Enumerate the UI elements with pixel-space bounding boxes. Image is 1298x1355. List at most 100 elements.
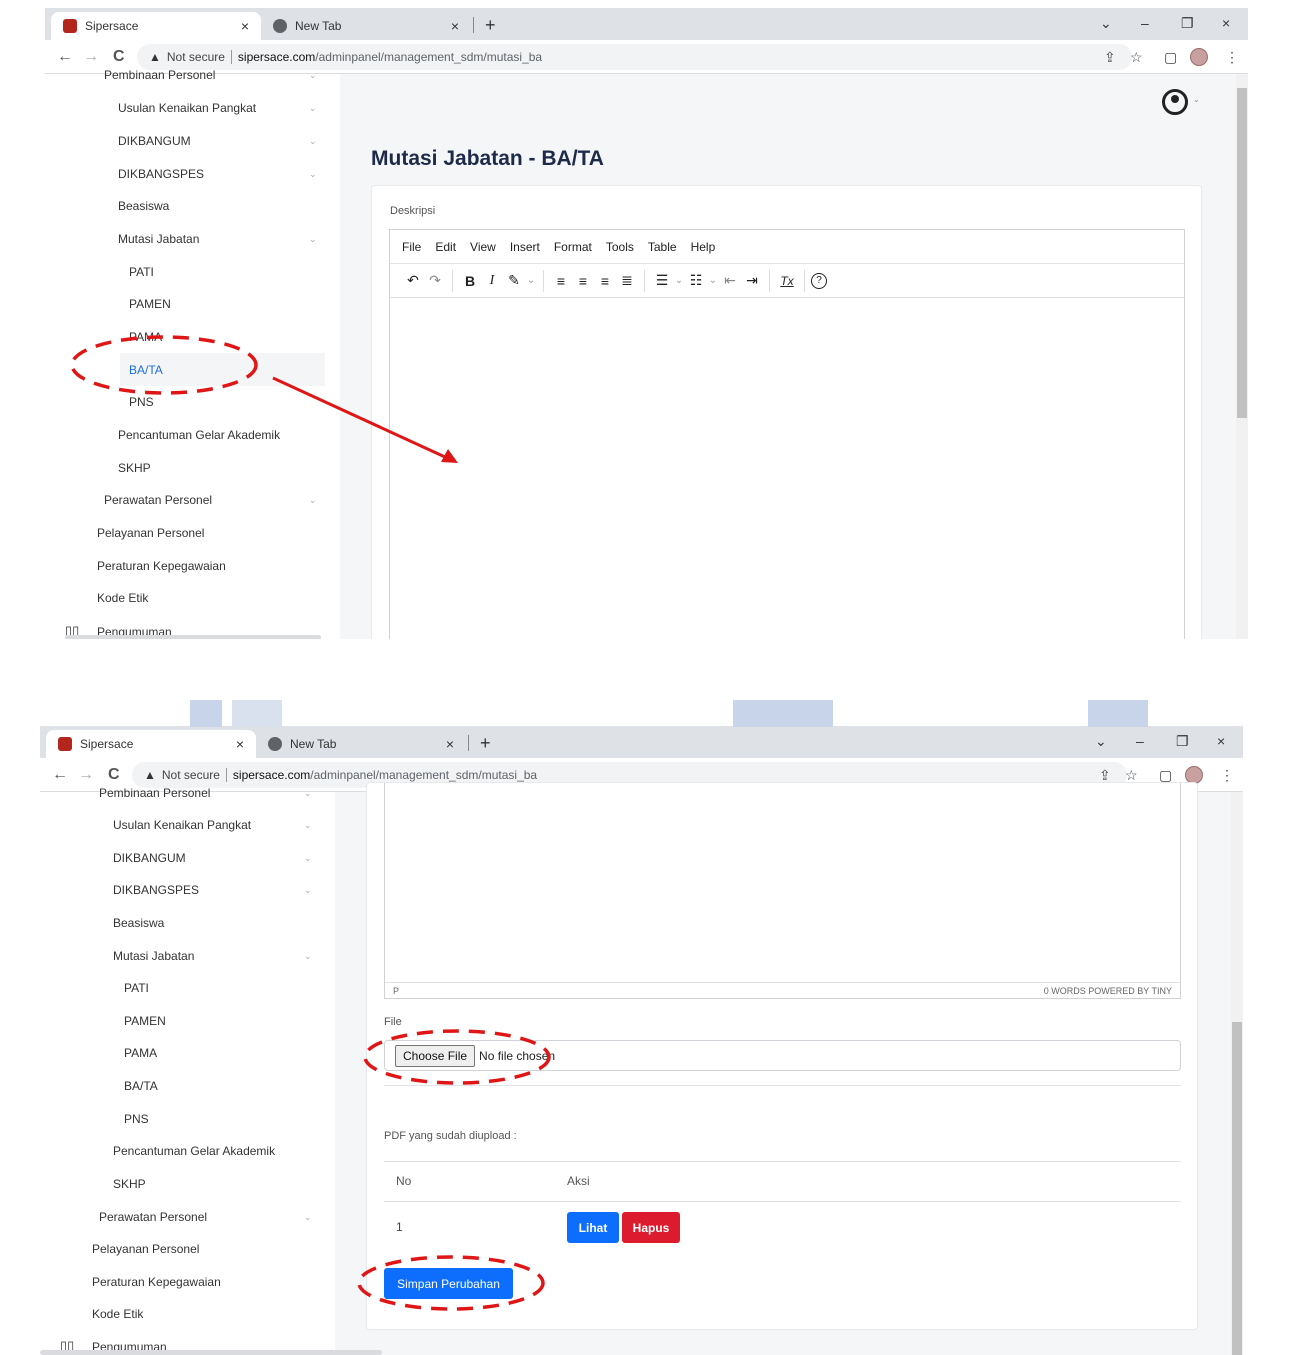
side-panel-icon[interactable]: ▢ <box>1164 49 1177 66</box>
sidebar-item-perawatan-personel[interactable]: Perawatan Personel <box>104 493 212 507</box>
sidebar-item-perawatan-personel[interactable]: Perawatan Personel <box>99 1210 207 1224</box>
sidebar-item-pembinaan-personel[interactable]: Pembinaan Personel <box>99 786 210 800</box>
page-vertical-scrollbar[interactable] <box>1231 792 1243 1355</box>
menu-edit[interactable]: Edit <box>435 240 456 254</box>
menu-format[interactable]: Format <box>554 240 592 254</box>
view-button[interactable]: Lihat <box>567 1212 619 1243</box>
bookmark-star-icon[interactable]: ☆ <box>1130 49 1143 66</box>
tab-search-icon[interactable]: ⌄ <box>1095 733 1107 750</box>
sidebar-item-pencantuman-gelar-akademik[interactable]: Pencantuman Gelar Akademik <box>113 1144 275 1158</box>
menu-help[interactable]: Help <box>691 240 716 254</box>
tab-close-icon[interactable]: × <box>446 736 454 752</box>
sidebar-item-pati[interactable]: PATI <box>124 981 149 995</box>
address-bar[interactable]: ▲ Not secure sipersace.com /adminpanel/m… <box>137 44 1132 70</box>
close-window-button[interactable]: × <box>1222 15 1230 31</box>
sidebar-horizontal-scrollbar[interactable] <box>65 635 321 639</box>
back-button[interactable]: ← <box>57 48 73 66</box>
sidebar-item-pencantuman-gelar-akademik[interactable]: Pencantuman Gelar Akademik <box>118 428 280 442</box>
sidebar-item-pama[interactable]: PAMA <box>124 1046 157 1060</box>
profile-avatar[interactable] <box>1190 48 1208 66</box>
menu-view[interactable]: View <box>470 240 496 254</box>
sidebar-item-pelayanan-personel[interactable]: Pelayanan Personel <box>97 526 204 540</box>
restore-button[interactable]: ❐ <box>1176 733 1189 750</box>
undo-icon[interactable]: ↶ <box>402 272 424 289</box>
sidebar-item-kode-etik[interactable]: Kode Etik <box>97 591 148 605</box>
sidebar-item-pamen[interactable]: PAMEN <box>129 297 171 311</box>
tab-sipersace[interactable]: Sipersace × <box>51 12 261 40</box>
sidebar-item-pns[interactable]: PNS <box>129 395 154 409</box>
rich-text-editor[interactable]: P 0 WORDS POWERED BY TINY <box>384 783 1181 999</box>
forward-button[interactable]: → <box>83 48 99 66</box>
highlight-color-icon[interactable]: ✎ <box>503 272 525 289</box>
forward-button[interactable]: → <box>78 766 94 784</box>
sidebar-item-pati[interactable]: PATI <box>129 265 154 279</box>
choose-file-button[interactable]: Choose File <box>395 1044 476 1067</box>
tab-close-icon[interactable]: × <box>451 18 459 34</box>
align-left-icon[interactable]: ≡ <box>550 273 572 289</box>
menu-table[interactable]: Table <box>648 240 677 254</box>
delete-button[interactable]: Hapus <box>622 1212 680 1243</box>
scrollbar-thumb[interactable] <box>1237 88 1247 418</box>
sidebar-item-dikbangum[interactable]: DIKBANGUM <box>118 134 191 148</box>
close-window-button[interactable]: × <box>1217 733 1225 749</box>
outdent-icon[interactable]: ⇤ <box>719 272 741 289</box>
tab-search-icon[interactable]: ⌄ <box>1100 15 1112 32</box>
tab-close-icon[interactable]: × <box>241 18 249 34</box>
italic-icon[interactable]: I <box>481 273 503 289</box>
share-icon[interactable]: ⇪ <box>1104 49 1116 66</box>
reload-button[interactable]: C <box>108 766 120 784</box>
minimize-button[interactable]: – <box>1136 733 1144 749</box>
redo-icon[interactable]: ↷ <box>424 272 446 289</box>
sidebar-item-mutasi-jabatan[interactable]: Mutasi Jabatan <box>113 949 194 963</box>
tab-sipersace[interactable]: Sipersace × <box>46 730 256 758</box>
chrome-menu-icon[interactable]: ⋮ <box>1225 49 1239 66</box>
sidebar-item-dikbangspes[interactable]: DIKBANGSPES <box>118 167 204 181</box>
tab-new-tab[interactable]: New Tab × <box>261 12 471 40</box>
sidebar-item-dikbangspes[interactable]: DIKBANGSPES <box>113 883 199 897</box>
menu-tools[interactable]: Tools <box>606 240 634 254</box>
sidebar-item-ba-ta[interactable]: BA/TA <box>129 363 163 377</box>
clear-formatting-icon[interactable]: Tx <box>776 274 798 288</box>
chevron-down-icon[interactable]: ⌄ <box>525 275 537 286</box>
new-tab-button[interactable]: + <box>485 15 496 36</box>
sidebar-item-skhp[interactable]: SKHP <box>113 1177 146 1191</box>
rich-text-editor[interactable]: File Edit View Insert Format Tools Table… <box>389 229 1185 639</box>
align-center-icon[interactable]: ≡ <box>572 273 594 289</box>
save-changes-button[interactable]: Simpan Perubahan <box>384 1268 513 1299</box>
tab-new-tab[interactable]: New Tab × <box>256 730 466 758</box>
chevron-down-icon[interactable]: ⌄ <box>707 275 719 286</box>
numbered-list-icon[interactable]: ☷ <box>685 272 707 289</box>
chevron-down-icon[interactable]: ⌄ <box>1193 95 1200 104</box>
sidebar-item-pama[interactable]: PAMA <box>129 330 162 344</box>
sidebar-item-ba-ta[interactable]: BA/TA <box>124 1079 158 1093</box>
sidebar-item-pelayanan-personel[interactable]: Pelayanan Personel <box>92 1242 199 1256</box>
justify-icon[interactable]: ≣ <box>616 272 638 289</box>
sidebar-item-pamen[interactable]: PAMEN <box>124 1014 166 1028</box>
chrome-menu-icon[interactable]: ⋮ <box>1220 767 1234 784</box>
tab-close-icon[interactable]: × <box>236 736 244 752</box>
help-icon[interactable]: ? <box>811 272 827 289</box>
scrollbar-thumb[interactable] <box>1232 1022 1242 1355</box>
sidebar-item-pembinaan-personel[interactable]: Pembinaan Personel <box>104 68 215 82</box>
file-input[interactable]: Choose File No file chosen <box>384 1040 1181 1071</box>
reload-button[interactable]: C <box>113 48 125 66</box>
page-vertical-scrollbar[interactable] <box>1236 74 1248 639</box>
menu-file[interactable]: File <box>402 240 421 254</box>
sidebar-item-kode-etik[interactable]: Kode Etik <box>92 1307 143 1321</box>
bold-icon[interactable]: B <box>459 273 481 289</box>
sidebar-item-dikbangum[interactable]: DIKBANGUM <box>113 851 186 865</box>
user-account-icon[interactable] <box>1162 89 1188 115</box>
chevron-down-icon[interactable]: ⌄ <box>673 275 685 286</box>
sidebar-horizontal-scrollbar[interactable] <box>40 1350 382 1355</box>
sidebar-item-skhp[interactable]: SKHP <box>118 461 151 475</box>
sidebar-item-beasiswa[interactable]: Beasiswa <box>113 916 164 930</box>
bullet-list-icon[interactable]: ☰ <box>651 272 673 289</box>
sidebar-item-peraturan-kepegawaian[interactable]: Peraturan Kepegawaian <box>92 1275 221 1289</box>
sidebar-item-pns[interactable]: PNS <box>124 1112 149 1126</box>
sidebar-item-peraturan-kepegawaian[interactable]: Peraturan Kepegawaian <box>97 559 226 573</box>
indent-icon[interactable]: ⇥ <box>741 272 763 289</box>
minimize-button[interactable]: – <box>1141 15 1149 31</box>
sidebar-item-mutasi-jabatan[interactable]: Mutasi Jabatan <box>118 232 199 246</box>
sidebar-item-usulan-kenaikan-pangkat[interactable]: Usulan Kenaikan Pangkat <box>118 101 256 115</box>
new-tab-button[interactable]: + <box>480 733 491 754</box>
